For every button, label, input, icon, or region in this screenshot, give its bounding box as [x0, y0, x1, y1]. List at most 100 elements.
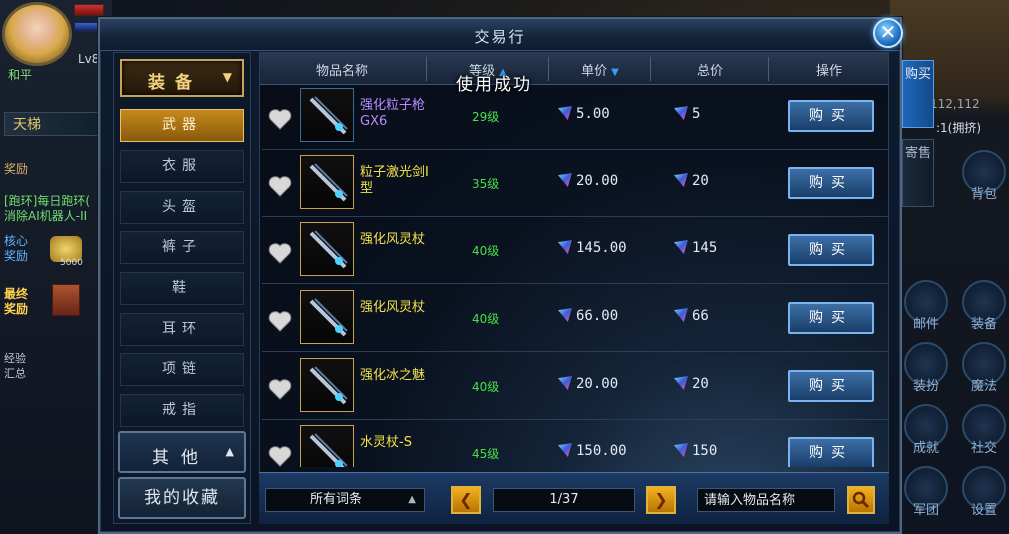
- total-price: 20: [674, 376, 709, 392]
- favorite-heart-icon[interactable]: [268, 175, 292, 197]
- daily-task-text[interactable]: [跑环]每日跑环( 消除AI机器人-II: [4, 194, 104, 224]
- list-footer: 所有词条 ▲ ❮ 1/37 ❯: [259, 472, 889, 524]
- bag-button[interactable]: 背包: [962, 150, 1006, 202]
- table-row: 强化风灵杖 40级 145.00 145 购买: [262, 220, 888, 284]
- table-row: 强化风灵杖 40级 66.00 66 购买: [262, 288, 888, 352]
- item-icon[interactable]: [300, 425, 354, 467]
- buy-button[interactable]: 购买: [788, 302, 874, 334]
- dialog-title: 交易行: [474, 28, 526, 46]
- item-level: 40级: [472, 380, 500, 394]
- favorite-heart-icon[interactable]: [268, 108, 292, 130]
- peace-mode-toggle[interactable]: 和平: [4, 66, 64, 82]
- category-weapon[interactable]: 武器: [120, 109, 244, 142]
- mail-button[interactable]: 邮件: [904, 280, 948, 332]
- category-earring[interactable]: 耳环: [120, 313, 244, 346]
- game-screen: Lv8 和平 天梯 奖励 [跑环]每日跑环( 消除AI机器人-II 核心 奖励 …: [0, 0, 1009, 534]
- category-shoes[interactable]: 鞋: [120, 272, 244, 305]
- tab-buy[interactable]: 购买: [902, 60, 934, 128]
- total-price-value: 66: [692, 308, 709, 324]
- total-price: 150: [674, 443, 717, 459]
- filter-dropdown[interactable]: 所有词条 ▲: [265, 488, 425, 512]
- favorite-heart-icon[interactable]: [268, 242, 292, 264]
- next-page-button[interactable]: ❯: [646, 486, 676, 514]
- equipment-button[interactable]: 装备: [962, 280, 1006, 332]
- total-price-value: 20: [692, 376, 709, 392]
- weapon-icon: [309, 433, 348, 467]
- buy-button[interactable]: 购买: [788, 100, 874, 132]
- unit-price: 66.00: [558, 308, 618, 324]
- col-divider: [768, 57, 769, 81]
- item-name: 强化风灵杖: [360, 232, 426, 247]
- category-pants[interactable]: 裤子: [120, 231, 244, 264]
- diamond-currency-icon: [558, 240, 572, 254]
- achievement-button[interactable]: 成就: [904, 404, 948, 456]
- close-icon[interactable]: ✕: [873, 18, 903, 48]
- item-search-input[interactable]: [697, 488, 835, 512]
- col-unit-price[interactable]: 单价 ▼: [550, 60, 650, 79]
- unit-price-value: 20.00: [576, 173, 619, 189]
- tab-consign[interactable]: 寄售: [902, 139, 934, 207]
- scroll-item-icon: [52, 284, 80, 316]
- total-price: 5: [674, 106, 700, 122]
- server-line[interactable]: :1(拥挤): [936, 119, 981, 136]
- favorite-heart-icon[interactable]: [268, 310, 292, 332]
- col-divider: [426, 57, 427, 81]
- buy-button[interactable]: 购买: [788, 437, 874, 467]
- ladder-button[interactable]: 天梯: [4, 112, 104, 136]
- settings-button[interactable]: 设置: [962, 466, 1006, 518]
- favorite-heart-icon[interactable]: [268, 445, 292, 467]
- dialog-titlebar[interactable]: 交易行: [100, 19, 900, 51]
- legion-button[interactable]: 军团: [904, 466, 948, 518]
- prev-page-button[interactable]: ❮: [451, 486, 481, 514]
- item-icon[interactable]: [300, 358, 354, 412]
- core-reward-label: 核心 奖励: [4, 234, 29, 263]
- item-icon[interactable]: [300, 290, 354, 344]
- player-avatar[interactable]: [2, 2, 72, 66]
- item-icon[interactable]: [300, 88, 354, 142]
- category-other-button[interactable]: 其他 ▲: [118, 431, 246, 473]
- item-icon[interactable]: [300, 155, 354, 209]
- unit-price-value: 150.00: [576, 443, 627, 459]
- category-clothes[interactable]: 衣服: [120, 150, 244, 183]
- unit-price-value: 145.00: [576, 240, 627, 256]
- item-name: 强化粒子枪GX6: [360, 98, 426, 129]
- category-helmet[interactable]: 头盔: [120, 191, 244, 224]
- left-hud: Lv8 和平 天梯 奖励 [跑环]每日跑环( 消除AI机器人-II 核心 奖励 …: [0, 0, 112, 534]
- diamond-currency-icon: [674, 240, 688, 254]
- social-button[interactable]: 社交: [962, 404, 1006, 456]
- chevron-up-icon: ▲: [408, 494, 416, 505]
- col-total-price: 总价: [696, 64, 723, 79]
- diamond-currency-icon: [674, 173, 688, 187]
- category-equipment-dropdown[interactable]: 装备 ▼: [120, 59, 244, 97]
- diamond-currency-icon: [558, 376, 572, 390]
- total-price-value: 5: [692, 106, 701, 122]
- magic-button[interactable]: 魔法: [962, 342, 1006, 394]
- filter-label: 所有词条: [310, 492, 363, 507]
- chevron-up-icon: ▲: [225, 445, 234, 458]
- total-price: 145: [674, 240, 717, 256]
- buy-button[interactable]: 购买: [788, 370, 874, 402]
- weapon-icon: [309, 366, 348, 405]
- bag-label: 背包: [970, 187, 997, 202]
- diamond-currency-icon: [674, 443, 688, 457]
- exp-summary-button[interactable]: 经验 汇总: [4, 351, 26, 381]
- table-row: 粒子激光剑I型 35级 20.00 20 购买: [262, 153, 888, 217]
- total-price-value: 150: [692, 443, 718, 459]
- outfit-button[interactable]: 装扮: [904, 342, 948, 394]
- chevron-down-icon: ▼: [222, 70, 232, 84]
- player-level: Lv8: [78, 52, 100, 66]
- category-ring[interactable]: 戒指: [120, 394, 244, 427]
- item-name: 粒子激光剑I型: [360, 165, 429, 196]
- unit-price-value: 5.00: [576, 106, 610, 122]
- category-necklace[interactable]: 项链: [120, 353, 244, 386]
- my-favorites-button[interactable]: 我的收藏: [118, 477, 246, 519]
- search-button[interactable]: [847, 486, 875, 514]
- favorite-heart-icon[interactable]: [268, 378, 292, 400]
- daily-task-sub: 消除AI机器人-II: [4, 209, 88, 223]
- item-icon[interactable]: [300, 222, 354, 276]
- item-level: 40级: [472, 312, 500, 326]
- final-reward-label: 最终 奖励: [4, 287, 29, 316]
- toast-message: 使用成功: [456, 75, 532, 95]
- buy-button[interactable]: 购买: [788, 234, 874, 266]
- buy-button[interactable]: 购买: [788, 167, 874, 199]
